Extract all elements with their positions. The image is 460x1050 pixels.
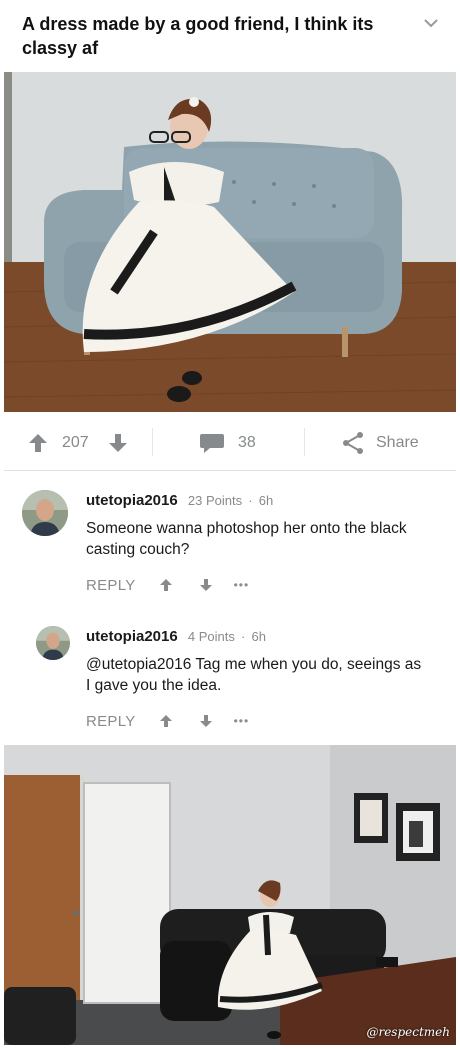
meta-dot: · bbox=[241, 629, 246, 644]
downvote-icon[interactable] bbox=[198, 713, 214, 729]
post-header: A dress made by a good friend, I think i… bbox=[0, 0, 460, 70]
post-score: 207 bbox=[62, 434, 89, 451]
downvote-icon[interactable] bbox=[106, 418, 130, 468]
comment-count[interactable]: 38 bbox=[238, 418, 256, 468]
comment-points: 4 Points bbox=[187, 629, 235, 644]
divider bbox=[152, 428, 153, 456]
post-image[interactable] bbox=[4, 72, 456, 412]
more-options-button[interactable]: ••• bbox=[234, 578, 250, 592]
meta-dot: · bbox=[248, 493, 253, 508]
post-title: A dress made by a good friend, I think i… bbox=[22, 14, 374, 58]
comment-time: 6h bbox=[251, 629, 267, 644]
comment-header: utetopia2016 23 Points · 6h bbox=[86, 492, 273, 509]
comment-icon[interactable] bbox=[198, 418, 226, 468]
upvote-icon[interactable] bbox=[158, 577, 174, 593]
comment-actions: REPLY ••• bbox=[86, 710, 249, 732]
chevron-down-icon[interactable] bbox=[420, 12, 442, 34]
comment-username[interactable]: utetopia2016 bbox=[86, 628, 178, 645]
avatar[interactable] bbox=[22, 490, 68, 536]
comment-body: Someone wanna photoshop her onto the bla… bbox=[86, 520, 407, 558]
upvote-icon[interactable] bbox=[26, 418, 50, 468]
divider bbox=[4, 470, 456, 471]
comment: utetopia2016 23 Points · 6h Someone wann… bbox=[0, 480, 460, 610]
divider bbox=[304, 428, 305, 456]
comment-image[interactable]: @respectmeh bbox=[4, 745, 456, 1045]
share-button[interactable]: Share bbox=[376, 418, 419, 468]
comment-time: 6h bbox=[258, 493, 274, 508]
avatar[interactable] bbox=[36, 626, 70, 660]
reply-button[interactable]: REPLY bbox=[86, 577, 136, 594]
comment-header: utetopia2016 4 Points · 6h bbox=[86, 628, 266, 645]
share-icon[interactable] bbox=[340, 418, 366, 468]
comment-points: 23 Points bbox=[187, 493, 243, 508]
downvote-icon[interactable] bbox=[198, 577, 214, 593]
post-action-bar: 207 38 Share bbox=[0, 418, 460, 468]
reply-button[interactable]: REPLY bbox=[86, 713, 136, 730]
upvote-icon[interactable] bbox=[158, 713, 174, 729]
comment-body: @utetopia2016 Tag me when you do, seeing… bbox=[86, 656, 422, 694]
comment: utetopia2016 4 Points · 6h @utetopia2016… bbox=[0, 616, 460, 740]
watermark: @respectmeh bbox=[366, 1025, 450, 1039]
comment-actions: REPLY ••• bbox=[86, 574, 249, 596]
more-options-button[interactable]: ••• bbox=[234, 714, 250, 728]
comment-username[interactable]: utetopia2016 bbox=[86, 492, 178, 509]
